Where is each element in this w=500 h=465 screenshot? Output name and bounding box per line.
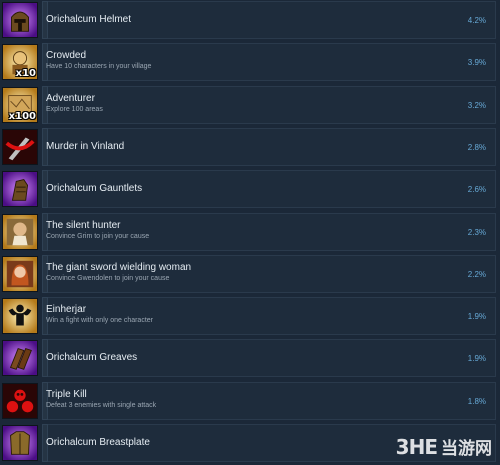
achievement-row: Orichalcum Greaves 1.9%	[0, 338, 496, 378]
multiplier-badge: x100	[8, 110, 36, 122]
achievement-name: Triple Kill	[46, 388, 87, 400]
watermark-logo: 3HE	[395, 434, 438, 459]
achievement-row: x100 Adventurer Explore 100 areas 3.2%	[0, 85, 496, 125]
warrior-woman-portrait-icon	[2, 255, 38, 292]
achievement-description: Convince Grim to join your cause	[46, 232, 150, 240]
watermark-site: 当游网	[441, 439, 492, 459]
crowd-icon: x10	[2, 44, 38, 81]
achievement-description: Defeat 3 enemies with single attack	[46, 401, 157, 409]
progress-track	[42, 85, 496, 124]
progress-fill	[42, 43, 48, 82]
progress-track	[42, 43, 496, 82]
progress-fill	[42, 297, 48, 336]
unlock-percent: 1.8%	[467, 396, 486, 406]
skulls-icon	[2, 382, 38, 419]
achievement-row: Triple Kill Defeat 3 enemies with single …	[0, 381, 496, 421]
achievement-description: Explore 100 areas	[46, 105, 103, 113]
strongman-icon	[2, 298, 38, 335]
progress-track	[42, 381, 496, 420]
achievement-name: Orichalcum Greaves	[46, 352, 138, 364]
achievement-name: Orichalcum Gauntlets	[46, 183, 143, 195]
achievement-name: Murder in Vinland	[46, 140, 125, 152]
achievement-row: Einherjar Win a fight with only one chara…	[0, 296, 496, 336]
achievement-description: Have 10 characters in your village	[46, 63, 152, 71]
achievement-row: Orichalcum Helmet 4.2%	[0, 0, 496, 40]
progress-track	[42, 254, 496, 293]
achievement-name: Orichalcum Helmet	[46, 14, 132, 25]
multiplier-badge: x10	[15, 68, 36, 80]
progress-track	[42, 212, 496, 251]
unlock-percent: 2.3%	[467, 227, 486, 237]
achievement-name: The giant sword wielding woman	[46, 261, 192, 273]
achievement-name: Orichalcum Breastplate	[46, 437, 150, 448]
unlock-percent: 1.9%	[467, 354, 486, 364]
map-icon: x100	[2, 86, 38, 123]
progress-track	[42, 297, 496, 336]
achievement-row: The silent hunter Convince Grim to join y…	[0, 212, 496, 252]
breastplate-icon	[2, 425, 38, 461]
hunter-portrait-icon	[2, 213, 38, 250]
progress-fill	[42, 212, 48, 251]
progress-fill	[42, 85, 48, 124]
unlock-percent: 4.2%	[467, 16, 486, 25]
unlock-percent: 3.2%	[467, 100, 486, 110]
unlock-percent: 3.9%	[467, 58, 486, 68]
achievement-name: Adventurer	[46, 92, 95, 104]
achievement-name: Crowded	[46, 50, 87, 62]
unlock-percent: 2.8%	[467, 142, 486, 152]
gauntlet-icon	[2, 171, 38, 208]
helmet-icon	[2, 2, 38, 38]
achievement-name: The silent hunter	[46, 219, 121, 231]
progress-fill	[42, 381, 48, 420]
achievement-row: x10 Crowded Have 10 characters in your vil…	[0, 42, 496, 82]
progress-fill	[42, 254, 48, 293]
achievement-description: Convince Gwendolen to join your cause	[46, 274, 170, 282]
unlock-percent: 2.6%	[467, 185, 486, 195]
unlock-percent: 2.2%	[467, 269, 486, 279]
achievement-description: Win a fight with only one character	[46, 317, 153, 325]
achievement-name: Einherjar	[46, 304, 87, 316]
unlock-percent: 1.9%	[467, 312, 486, 322]
greaves-icon	[2, 340, 38, 377]
watermark: 3HE 当游网	[395, 434, 492, 460]
achievement-row: Murder in Vinland 2.8%	[0, 127, 496, 167]
dagger-icon	[2, 128, 38, 165]
achievement-row: Orichalcum Gauntlets 2.6%	[0, 169, 496, 209]
achievement-row: The giant sword wielding woman Convince G…	[0, 254, 496, 294]
